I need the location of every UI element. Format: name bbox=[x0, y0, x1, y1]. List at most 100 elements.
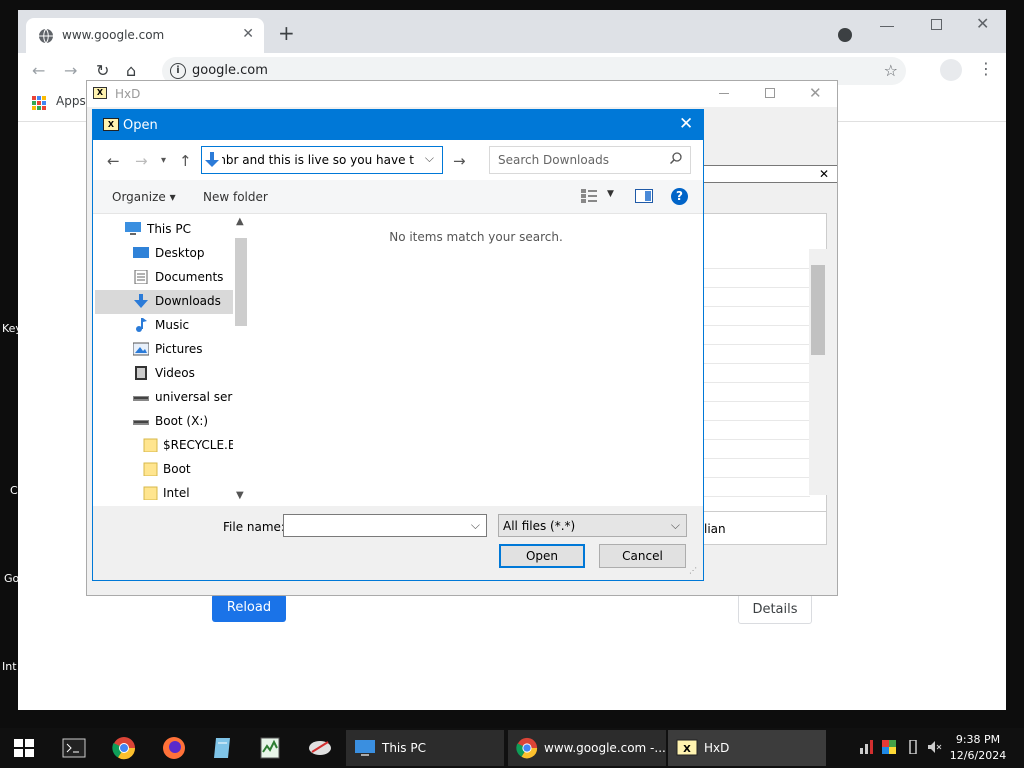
close-icon[interactable]: ✕ bbox=[679, 114, 693, 134]
usb-icon[interactable] bbox=[906, 740, 920, 754]
nav-item-boot-folder[interactable]: Boot bbox=[95, 458, 233, 482]
maximize-icon[interactable] bbox=[931, 19, 942, 30]
scroll-thumb[interactable] bbox=[235, 238, 247, 326]
taskbar-app-chrome[interactable]: www.google.com -... bbox=[508, 730, 666, 766]
up-icon[interactable]: ↑ bbox=[179, 152, 192, 170]
tab-search-icon[interactable] bbox=[838, 28, 852, 42]
nav-item-boot-drive[interactable]: Boot (X:) bbox=[95, 410, 233, 434]
folder-icon bbox=[143, 486, 158, 500]
cancel-button[interactable]: Cancel bbox=[599, 544, 686, 568]
nav-item-intel[interactable]: Intel bbox=[95, 482, 233, 506]
minimize-icon[interactable] bbox=[880, 26, 894, 27]
display-icon[interactable] bbox=[882, 740, 896, 754]
nav-item-documents[interactable]: Documents bbox=[95, 266, 233, 290]
desktop-folder-icon bbox=[133, 247, 149, 258]
recent-locations-icon[interactable]: ▾ bbox=[161, 155, 166, 166]
info-icon[interactable]: i bbox=[170, 63, 186, 79]
nav-item-label: Music bbox=[155, 318, 190, 332]
search-input[interactable]: Search Downloads bbox=[489, 146, 691, 174]
file-name-input[interactable]: ⌵ bbox=[283, 514, 487, 537]
nav-item-label: Boot (X:) bbox=[155, 414, 209, 428]
file-list-pane[interactable]: No items match your search. bbox=[249, 214, 703, 506]
windows-start-icon[interactable] bbox=[14, 739, 34, 757]
taskbar-app-label: This PC bbox=[382, 741, 426, 755]
tab-close-icon[interactable]: ✕ bbox=[242, 26, 254, 42]
nav-item-universal-serial[interactable]: universal serial bbox=[95, 386, 233, 410]
nav-item-recycle-bin[interactable]: $RECYCLE.BIN bbox=[95, 434, 233, 458]
navigation-scrollbar[interactable]: ▲ ▼ bbox=[233, 214, 249, 506]
system-clock[interactable]: 9:38 PM 12/6/2024 bbox=[948, 732, 1008, 764]
apps-icon[interactable] bbox=[32, 96, 46, 110]
table-row bbox=[704, 307, 810, 326]
profile-avatar-icon[interactable] bbox=[940, 59, 962, 81]
table-row bbox=[704, 402, 810, 421]
table-row bbox=[704, 269, 810, 288]
details-button[interactable]: Details bbox=[738, 594, 812, 624]
taskbar-app-hxd[interactable]: X HxD bbox=[668, 730, 826, 766]
nav-item-this-pc[interactable]: This PC bbox=[95, 218, 233, 242]
desktop-label-2: C bbox=[10, 484, 18, 497]
chrome-tab[interactable]: www.google.com ✕ bbox=[26, 18, 264, 53]
nav-item-music[interactable]: Music bbox=[95, 314, 233, 338]
hxd-scrollbar[interactable] bbox=[809, 249, 827, 495]
nav-item-desktop[interactable]: Desktop bbox=[95, 242, 233, 266]
home-icon[interactable]: ⌂ bbox=[126, 61, 136, 80]
bookmark-star-icon[interactable]: ☆ bbox=[884, 61, 898, 80]
nav-item-pictures[interactable]: Pictures bbox=[95, 338, 233, 362]
file-type-select[interactable]: All files (*.*) ⌵ bbox=[498, 514, 687, 537]
firefox-icon[interactable] bbox=[162, 736, 186, 760]
taskbar-app-this-pc[interactable]: This PC bbox=[346, 730, 504, 766]
back-icon[interactable]: ← bbox=[32, 61, 45, 80]
organize-button[interactable]: Organize ▾ bbox=[112, 190, 176, 204]
new-folder-button[interactable]: New folder bbox=[203, 190, 268, 204]
panel-close-icon[interactable]: ✕ bbox=[819, 167, 829, 181]
drive-icon bbox=[133, 420, 149, 425]
file-type-value: All files (*.*) bbox=[503, 519, 576, 533]
terminal-icon[interactable] bbox=[62, 736, 86, 760]
menu-icon[interactable]: ⋮ bbox=[978, 61, 994, 77]
address-input[interactable]: he mbr and this is live so you have t ⌵ bbox=[201, 146, 443, 174]
minimize-icon[interactable] bbox=[719, 93, 729, 94]
help-icon[interactable]: ? bbox=[671, 188, 688, 205]
task-manager-icon[interactable] bbox=[258, 736, 282, 760]
table-row bbox=[704, 250, 810, 269]
close-icon[interactable]: ✕ bbox=[809, 84, 822, 102]
forward-icon[interactable]: → bbox=[135, 152, 148, 170]
preview-pane-icon[interactable] bbox=[635, 189, 653, 203]
nav-item-downloads[interactable]: Downloads bbox=[95, 290, 233, 314]
notepad-icon[interactable] bbox=[210, 736, 234, 760]
snipping-tool-icon[interactable] bbox=[308, 736, 332, 760]
table-row bbox=[704, 421, 810, 440]
chevron-down-icon[interactable]: ⌵ bbox=[425, 151, 434, 166]
chrome-icon[interactable] bbox=[112, 736, 136, 760]
chrome-icon bbox=[516, 737, 538, 759]
navigation-pane: This PC Desktop Documents Downloads Musi… bbox=[93, 214, 248, 506]
close-icon[interactable]: ✕ bbox=[976, 14, 989, 33]
go-arrow-icon[interactable]: → bbox=[453, 152, 466, 170]
maximize-icon[interactable] bbox=[765, 88, 775, 98]
reload-button[interactable]: Reload bbox=[212, 594, 286, 622]
network-icon[interactable] bbox=[860, 740, 874, 754]
reload-icon[interactable]: ↻ bbox=[96, 61, 109, 80]
downloads-arrow-icon bbox=[205, 152, 219, 167]
volume-muted-icon[interactable] bbox=[928, 740, 942, 754]
forward-icon[interactable]: → bbox=[64, 61, 77, 80]
chevron-down-icon: ⌵ bbox=[670, 518, 680, 532]
new-tab-button[interactable]: + bbox=[278, 23, 295, 43]
resize-grip-icon[interactable]: ⋰ bbox=[689, 566, 697, 575]
open-button[interactable]: Open bbox=[499, 544, 585, 568]
globe-icon bbox=[39, 28, 53, 44]
chevron-down-icon[interactable]: ⌵ bbox=[471, 518, 480, 533]
view-options-icon[interactable] bbox=[581, 189, 597, 203]
table-row bbox=[704, 383, 810, 402]
scroll-down-icon[interactable]: ▼ bbox=[236, 490, 244, 501]
scroll-up-icon[interactable]: ▲ bbox=[236, 216, 244, 227]
chevron-down-icon[interactable]: ▼ bbox=[607, 189, 614, 199]
back-icon[interactable]: ← bbox=[107, 152, 120, 170]
table-row bbox=[704, 345, 810, 364]
desktop-label-3: Go bbox=[4, 572, 20, 585]
nav-item-label: Documents bbox=[155, 270, 224, 284]
apps-bookmark[interactable]: Apps bbox=[56, 94, 86, 108]
nav-item-videos[interactable]: Videos bbox=[95, 362, 233, 386]
pictures-folder-icon bbox=[133, 342, 149, 356]
